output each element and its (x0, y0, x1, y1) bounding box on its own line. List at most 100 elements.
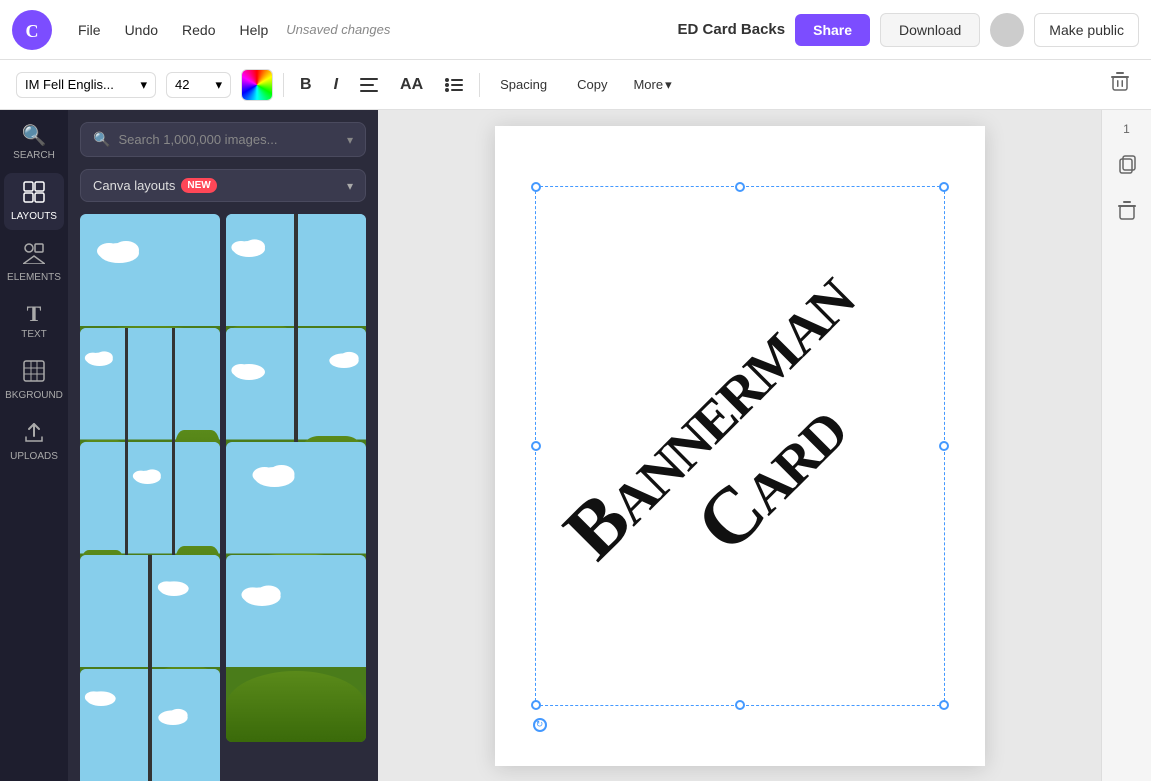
left-sidebar: 🔍 SEARCH LAYOUTS ELE (0, 110, 68, 781)
cloud-icon-2 (229, 233, 269, 257)
handle-mr[interactable] (939, 441, 949, 451)
layout-selector-label: Canva layouts (93, 178, 175, 193)
sidebar-label-search: SEARCH (13, 150, 55, 161)
list-icon (445, 78, 463, 92)
spacing-button[interactable]: Spacing (490, 71, 557, 98)
search-area: 🔍 ▾ (68, 110, 378, 169)
copy-button[interactable]: Copy (567, 71, 617, 98)
topbar-right: ED Card Backs Share Download Make public (678, 13, 1139, 47)
rotate-handle[interactable]: ↻ (533, 718, 547, 732)
background-icon (23, 360, 45, 386)
sidebar-label-layouts: LAYOUTS (11, 211, 57, 222)
layout-card-9[interactable] (80, 669, 220, 781)
cloud-icon-6 (130, 464, 165, 484)
copy-page-button[interactable] (1113, 150, 1141, 183)
handle-bl[interactable] (531, 700, 541, 710)
canvas-page: Bannerman Card ↻ (495, 126, 985, 766)
color-picker[interactable] (241, 69, 273, 101)
font-selector[interactable]: IM Fell Englis... ▾ (16, 72, 156, 98)
sidebar-item-background[interactable]: BKGROUND (4, 352, 64, 409)
layout-selector-arrow: ▾ (347, 179, 353, 193)
search-dropdown-arrow: ▾ (347, 133, 353, 147)
canvas-text-content: Bannerman Card (547, 253, 932, 638)
handle-tm[interactable] (735, 182, 745, 192)
align-icon (360, 78, 378, 92)
search-input[interactable] (118, 132, 339, 147)
cloud-icon-5 (325, 346, 363, 368)
delete-button[interactable] (1105, 68, 1135, 101)
italic-button[interactable]: I (328, 72, 344, 98)
layout-selector[interactable]: Canva layouts NEW ▾ (80, 169, 366, 202)
sidebar-label-elements: ELEMENTS (7, 272, 61, 283)
canva-logo[interactable]: C (12, 10, 52, 50)
text-line-1: Bannerman (547, 253, 870, 576)
svg-text:C: C (26, 21, 39, 41)
font-name-label: IM Fell Englis... (25, 77, 114, 92)
handle-ml[interactable] (531, 441, 541, 451)
delete-page-icon (1118, 201, 1136, 221)
sidebar-item-elements[interactable]: ELEMENTS (4, 234, 64, 291)
font-size-value: 42 (175, 77, 189, 92)
layouts-grid (68, 210, 378, 781)
separator-2 (479, 73, 480, 97)
menu-undo[interactable]: Undo (115, 16, 168, 44)
trash-icon (1111, 72, 1129, 92)
cloud-icon-8 (155, 574, 193, 596)
align-button[interactable] (354, 74, 384, 96)
selection-border (535, 186, 945, 706)
menu-file[interactable]: File (68, 16, 111, 44)
share-button[interactable]: Share (795, 14, 870, 46)
cloud-icon-9 (237, 578, 287, 606)
cloud-icon-4 (229, 356, 269, 380)
cloud-icon (94, 233, 144, 263)
search-box[interactable]: 🔍 ▾ (80, 122, 366, 157)
sidebar-label-background: BKGROUND (5, 390, 63, 401)
font-size-selector[interactable]: 42 ▾ (166, 72, 231, 98)
uploads-icon (23, 421, 45, 447)
sidebar-label-text: TEXT (21, 329, 47, 340)
left-panel: 🔍 ▾ Canva layouts NEW ▾ (68, 110, 378, 781)
sidebar-item-search[interactable]: 🔍 SEARCH (4, 118, 64, 169)
topbar: C File Undo Redo Help Unsaved changes ED… (0, 0, 1151, 60)
cloud-icon-7 (247, 457, 302, 487)
sidebar-item-uploads[interactable]: UPLOADS (4, 413, 64, 470)
formatting-toolbar: IM Fell Englis... ▾ 42 ▾ B I AA Spacing … (0, 60, 1151, 110)
copy-page-icon (1117, 154, 1137, 174)
handle-br[interactable] (939, 700, 949, 710)
right-panel: 1 (1101, 110, 1151, 781)
cloud-icon-3 (82, 346, 117, 366)
download-button[interactable]: Download (880, 13, 980, 47)
unsaved-indicator: Unsaved changes (286, 22, 390, 37)
font-dropdown-arrow: ▾ (140, 77, 147, 93)
handle-tr[interactable] (939, 182, 949, 192)
more-button[interactable]: More ▾ (627, 71, 677, 99)
handle-tl[interactable] (531, 182, 541, 192)
menu-help[interactable]: Help (230, 16, 279, 44)
canvas-area[interactable]: Bannerman Card ↻ (378, 110, 1101, 781)
rotate-icon: ↻ (536, 719, 544, 730)
menu-redo[interactable]: Redo (172, 16, 225, 44)
bold-button[interactable]: B (294, 72, 318, 98)
more-arrow-icon: ▾ (665, 77, 672, 93)
handle-bm[interactable] (735, 700, 745, 710)
elements-icon (23, 242, 45, 268)
page-number: 1 (1123, 122, 1130, 136)
cloud-icon-10 (82, 684, 120, 706)
search-icon: 🔍 (22, 126, 47, 146)
make-public-button[interactable]: Make public (1034, 13, 1139, 47)
project-title: ED Card Backs (678, 21, 786, 38)
sidebar-label-uploads: UPLOADS (10, 451, 58, 462)
sidebar-item-layouts[interactable]: LAYOUTS (4, 173, 64, 230)
sidebar-item-text[interactable]: T TEXT (4, 295, 64, 348)
layout-card-8[interactable] (226, 555, 366, 742)
text-line-2: Card (609, 315, 932, 638)
main-area: 🔍 SEARCH LAYOUTS ELE (0, 110, 1151, 781)
delete-page-button[interactable] (1114, 197, 1140, 230)
font-size-arrow: ▾ (215, 77, 222, 93)
aa-button[interactable]: AA (394, 72, 429, 98)
search-box-icon: 🔍 (93, 131, 110, 148)
avatar[interactable] (990, 13, 1024, 47)
text-icon: T (27, 303, 42, 325)
layouts-icon (23, 181, 45, 207)
list-button[interactable] (439, 74, 469, 96)
